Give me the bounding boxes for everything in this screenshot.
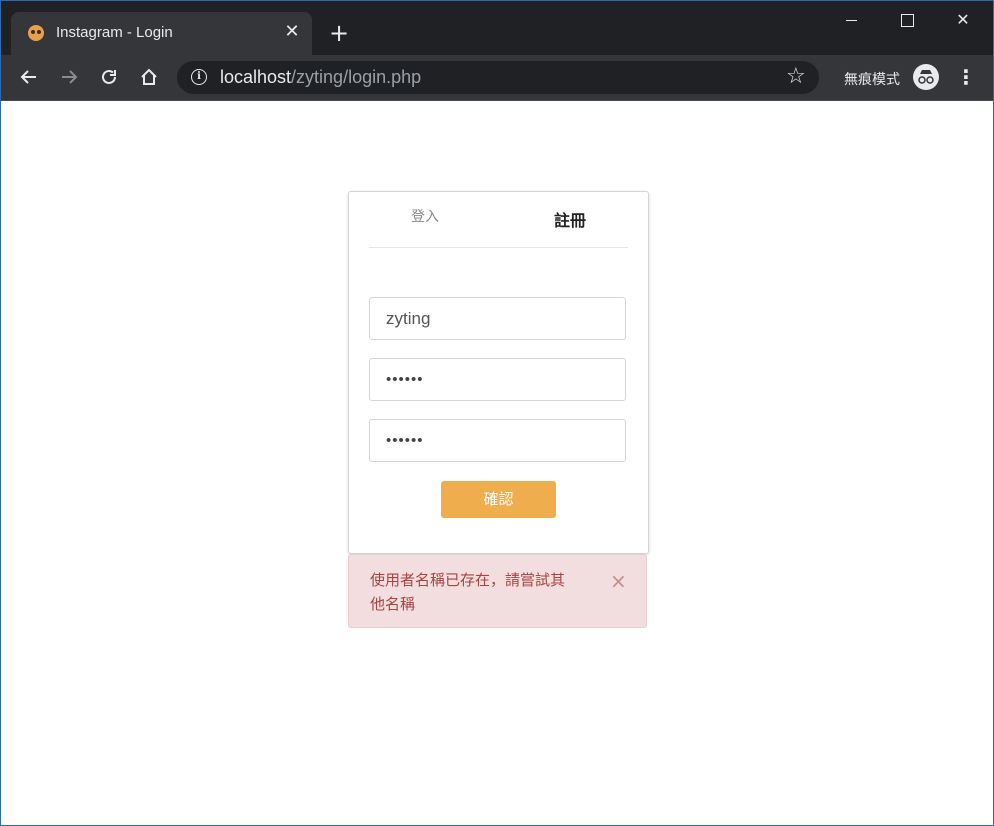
browser-window: Instagram - Login ✕ + ✕ i localhost/zyti… — [0, 0, 994, 826]
back-arrow-icon[interactable] — [14, 62, 44, 92]
close-window-button[interactable]: ✕ — [935, 1, 991, 39]
new-tab-button[interactable]: + — [326, 20, 352, 46]
url-host: localhost — [220, 67, 292, 87]
confirm-button[interactable]: 確認 — [441, 481, 556, 518]
password-input[interactable]: •••••• — [369, 358, 626, 401]
error-alert: 使用者名稱已存在，請嘗試其他名稱 × — [348, 554, 647, 628]
browser-tab[interactable]: Instagram - Login ✕ — [11, 12, 312, 55]
url-text: localhost/zyting/login.php — [220, 67, 421, 88]
url-path: /zyting/login.php — [291, 67, 422, 87]
instagram-favicon-icon — [28, 25, 44, 41]
maximize-button[interactable] — [879, 1, 935, 39]
bookmark-star-icon[interactable]: ☆ — [786, 64, 806, 89]
home-icon[interactable] — [134, 62, 164, 92]
auth-card: 登入 註冊 zyting •••••• •••••• 確認 — [348, 191, 649, 554]
username-input[interactable]: zyting — [369, 297, 626, 340]
tab-strip: Instagram - Login ✕ + ✕ — [1, 1, 993, 55]
tab-register[interactable]: 註冊 — [554, 207, 586, 231]
confirm-password-input[interactable]: •••••• — [369, 419, 626, 462]
tab-login[interactable]: 登入 — [411, 206, 439, 226]
browser-toolbar: i localhost/zyting/login.php ☆ 無痕模式 ⋮ — [1, 55, 993, 101]
address-bar[interactable]: i localhost/zyting/login.php ☆ — [177, 61, 819, 94]
more-menu-icon[interactable]: ⋮ — [956, 63, 976, 91]
close-tab-icon[interactable]: ✕ — [281, 21, 303, 43]
reload-icon[interactable] — [94, 62, 124, 92]
tab-title: Instagram - Login — [56, 24, 173, 41]
minimize-button[interactable] — [823, 1, 879, 39]
incognito-label: 無痕模式 — [844, 72, 900, 88]
auth-tabs: 登入 註冊 — [369, 192, 628, 248]
incognito-icon[interactable] — [913, 64, 939, 90]
forward-arrow-icon[interactable] — [54, 62, 84, 92]
alert-message: 使用者名稱已存在，請嘗試其他名稱 — [370, 571, 566, 613]
info-icon[interactable]: i — [191, 69, 207, 85]
alert-close-icon[interactable]: × — [610, 569, 627, 593]
